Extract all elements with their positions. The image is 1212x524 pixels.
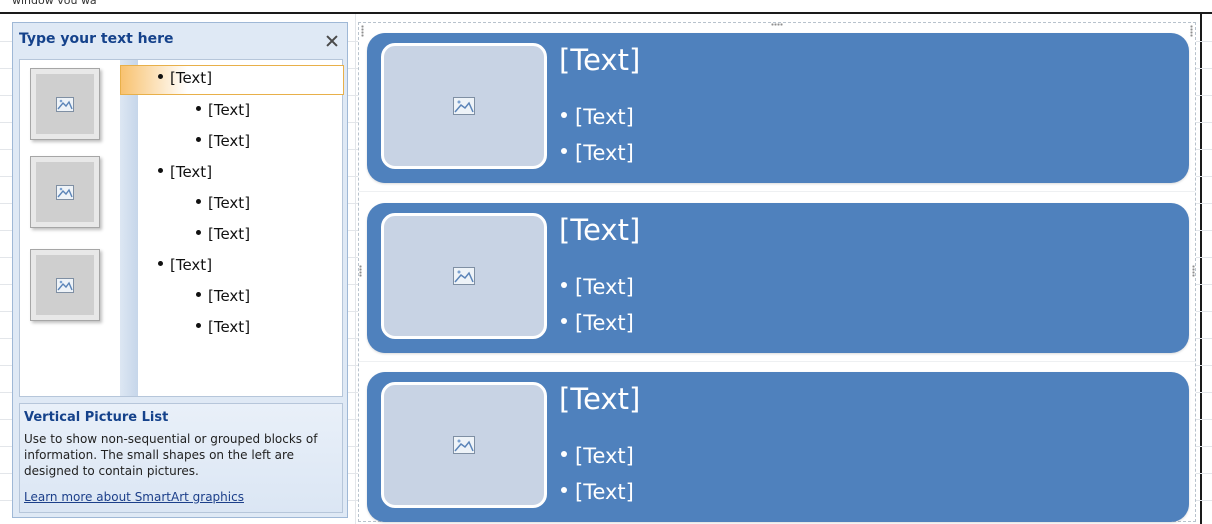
learn-more-link[interactable]: Learn more about SmartArt graphics xyxy=(24,490,244,504)
picture-icon xyxy=(453,436,475,454)
list-block[interactable]: [Text] [Text] [Text] xyxy=(367,33,1189,183)
text-pane: Type your text here [Text] [Text] [Text]… xyxy=(12,22,348,518)
block-bullet[interactable]: [Text] xyxy=(561,480,634,504)
selected-row-highlight xyxy=(120,65,344,95)
smartart-canvas[interactable]: [Text] [Text] [Text] [Text] [Text] [Text… xyxy=(358,22,1196,522)
bullet-dot xyxy=(561,282,567,288)
bullet-dot xyxy=(196,199,201,204)
block-bullet[interactable]: [Text] xyxy=(561,141,634,165)
bullet-item-level2[interactable]: [Text] xyxy=(196,101,250,119)
block-bullet-text: [Text] xyxy=(575,444,634,468)
block-bullet[interactable]: [Text] xyxy=(561,311,634,335)
resize-handle[interactable] xyxy=(771,23,783,26)
list-block[interactable]: [Text] [Text] [Text] xyxy=(367,372,1189,522)
gridline xyxy=(355,14,356,524)
bullet-text: [Text] xyxy=(208,318,251,336)
bullet-dot xyxy=(561,112,567,118)
bullet-item-level2[interactable]: [Text] xyxy=(196,225,250,243)
resize-handle[interactable] xyxy=(361,25,364,37)
bullet-text: [Text] xyxy=(170,256,213,274)
bullet-item-level2[interactable]: [Text] xyxy=(196,194,250,212)
bullet-dot xyxy=(196,323,201,328)
block-title[interactable]: [Text] xyxy=(559,213,640,247)
bullet-item-level2[interactable]: [Text] xyxy=(196,318,250,336)
resize-handle[interactable] xyxy=(1190,25,1193,37)
block-title[interactable]: [Text] xyxy=(559,43,640,77)
bullets-gutter xyxy=(120,60,138,396)
picture-thumbnail[interactable] xyxy=(30,156,100,228)
bullet-dot xyxy=(158,261,163,266)
bullet-item-level2[interactable]: [Text] xyxy=(196,287,250,305)
bullet-text: [Text] xyxy=(208,194,251,212)
bullet-dot xyxy=(561,318,567,324)
bullet-text: [Text] xyxy=(170,163,213,181)
picture-thumbnail[interactable] xyxy=(30,249,100,321)
block-bullet[interactable]: [Text] xyxy=(561,275,634,299)
picture-icon xyxy=(56,97,74,112)
block-bullet-text: [Text] xyxy=(575,311,634,335)
bullet-text: [Text] xyxy=(170,69,213,87)
window-right-edge xyxy=(1200,14,1202,524)
bullet-dot xyxy=(561,148,567,154)
bullet-text: [Text] xyxy=(208,132,251,150)
bullet-dot xyxy=(196,230,201,235)
picture-icon xyxy=(453,267,475,285)
bullet-item-level1[interactable]: [Text] xyxy=(158,163,212,181)
picture-thumbnail[interactable] xyxy=(30,68,100,140)
close-icon[interactable] xyxy=(325,34,339,48)
text-pane-header: Type your text here xyxy=(13,23,347,57)
block-title[interactable]: [Text] xyxy=(559,382,640,416)
bullet-item-level1[interactable]: [Text] xyxy=(158,256,212,274)
bullet-dot xyxy=(196,292,201,297)
picture-icon xyxy=(453,97,475,115)
block-bullet-text: [Text] xyxy=(575,105,634,129)
block-bullet-text: [Text] xyxy=(575,480,634,504)
bullet-item-level2[interactable]: [Text] xyxy=(196,132,250,150)
clipped-text: window vou wa xyxy=(12,0,97,7)
picture-placeholder[interactable] xyxy=(381,382,547,508)
bullet-dot xyxy=(561,487,567,493)
resize-handle[interactable] xyxy=(359,265,362,277)
picture-icon xyxy=(56,185,74,200)
picture-icon xyxy=(56,278,74,293)
block-bullet-text: [Text] xyxy=(575,275,634,299)
bullet-text: [Text] xyxy=(208,287,251,305)
text-pane-title: Type your text here xyxy=(19,31,174,47)
layout-name: Vertical Picture List xyxy=(24,410,169,425)
window-top-edge: window vou wa xyxy=(0,0,1212,14)
bullet-text: [Text] xyxy=(208,225,251,243)
bullet-dot xyxy=(196,106,201,111)
block-bullet-text: [Text] xyxy=(575,141,634,165)
canvas-gridline xyxy=(359,191,1195,192)
picture-placeholder[interactable] xyxy=(381,43,547,169)
bullet-text: [Text] xyxy=(208,101,251,119)
layout-info-panel: Vertical Picture List Use to show non-se… xyxy=(19,403,343,513)
canvas-gridline xyxy=(359,361,1195,362)
block-bullet[interactable]: [Text] xyxy=(561,444,634,468)
bullet-item-level1[interactable]: [Text] xyxy=(158,69,212,87)
text-pane-body: [Text] [Text] [Text] [Text] [Text] [Text… xyxy=(19,59,344,397)
picture-placeholder[interactable] xyxy=(381,213,547,339)
picture-thumbnail-inner xyxy=(36,162,94,222)
bullet-dot xyxy=(158,74,163,79)
picture-thumbnail-inner xyxy=(36,74,94,134)
picture-thumbnail-inner xyxy=(36,255,94,315)
bullet-dot xyxy=(561,451,567,457)
block-bullet[interactable]: [Text] xyxy=(561,105,634,129)
layout-description: Use to show non-sequential or grouped bl… xyxy=(24,432,318,478)
bullet-dot xyxy=(158,168,163,173)
list-block[interactable]: [Text] [Text] [Text] xyxy=(367,203,1189,353)
bullet-dot xyxy=(196,137,201,142)
resize-handle[interactable] xyxy=(1192,265,1195,277)
